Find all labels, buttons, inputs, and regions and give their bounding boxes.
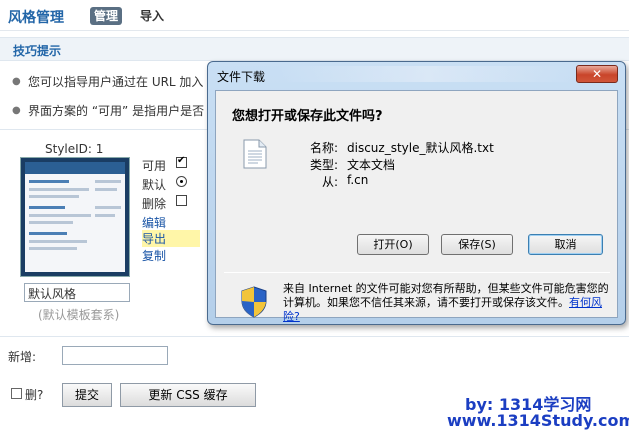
close-button[interactable]: ✕ bbox=[576, 65, 618, 83]
delete-all-label: 删? bbox=[25, 388, 44, 402]
thumbnail-line bbox=[95, 180, 121, 183]
tab-manage[interactable]: 管理 bbox=[90, 7, 123, 25]
watermark-line-2: www.1314Study.com bbox=[447, 411, 629, 430]
file-name-label: 名称: bbox=[309, 141, 338, 155]
thumbnail-line bbox=[29, 214, 91, 217]
file-name-value: discuz_style_默认风格.txt bbox=[347, 141, 494, 155]
thumbnail-header bbox=[25, 162, 125, 174]
template-set-label: (默认模板套系) bbox=[38, 308, 120, 322]
option-delete-label: 删除 bbox=[142, 197, 167, 211]
thumbnail-line bbox=[29, 247, 77, 250]
option-enabled-label: 可用 bbox=[142, 159, 167, 173]
update-css-cache-button[interactable]: 更新 CSS 缓存 bbox=[120, 383, 256, 407]
style-name-input[interactable]: 默认风格 bbox=[24, 283, 130, 302]
edit-link[interactable]: 编辑 bbox=[142, 214, 166, 231]
thumbnail-line bbox=[29, 221, 73, 224]
copy-link[interactable]: 复制 bbox=[142, 247, 166, 264]
open-button[interactable]: 打开(O) bbox=[357, 234, 429, 255]
new-style-input[interactable] bbox=[62, 346, 168, 365]
submit-button[interactable]: 提交 bbox=[62, 383, 112, 407]
new-style-label: 新增: bbox=[8, 350, 37, 364]
thumbnail-line bbox=[29, 180, 69, 183]
divider bbox=[0, 336, 629, 337]
file-source-label: 从: bbox=[321, 175, 338, 189]
save-button[interactable]: 保存(S) bbox=[441, 234, 513, 255]
file-type-label: 类型: bbox=[309, 158, 338, 172]
style-thumbnail[interactable] bbox=[20, 157, 130, 277]
bullet-icon: ● bbox=[12, 105, 21, 116]
thumbnail-line bbox=[95, 188, 117, 191]
thumbnail-line bbox=[29, 232, 67, 235]
dialog-title: 文件下载 bbox=[217, 70, 266, 84]
default-radio[interactable] bbox=[176, 176, 187, 187]
enabled-checkbox[interactable] bbox=[176, 155, 187, 168]
thumbnail-line bbox=[95, 214, 115, 217]
page-title: 风格管理 bbox=[8, 10, 64, 26]
dialog-question: 您想打开或保存此文件吗? bbox=[232, 109, 383, 124]
bullet-icon: ● bbox=[12, 76, 21, 87]
divider bbox=[224, 272, 610, 273]
title-bar-glass bbox=[278, 66, 578, 82]
tab-import[interactable]: 导入 bbox=[136, 7, 168, 25]
security-warning-text: 来自 Internet 的文件可能对您有所帮助，但某些文件可能危害您的计算机。如… bbox=[283, 282, 609, 309]
file-source-value: f.cn bbox=[347, 173, 369, 187]
shield-icon bbox=[241, 286, 267, 318]
thumbnail-line bbox=[29, 188, 89, 191]
close-icon: ✕ bbox=[591, 67, 603, 81]
option-default-label: 默认 bbox=[142, 178, 167, 192]
tips-title: 技巧提示 bbox=[13, 44, 62, 58]
thumbnail-line bbox=[95, 206, 121, 209]
thumbnail-preview bbox=[25, 162, 125, 272]
export-link[interactable]: 导出 bbox=[142, 230, 201, 247]
tips-header bbox=[0, 37, 629, 61]
cancel-button[interactable]: 取消 bbox=[528, 234, 603, 255]
thumbnail-line bbox=[29, 240, 87, 243]
security-warning: 来自 Internet 的文件可能对您有所帮助，但某些文件可能危害您的计算机。如… bbox=[283, 282, 609, 324]
text-file-icon bbox=[243, 139, 267, 169]
file-type-value: 文本文档 bbox=[347, 158, 396, 172]
tip-item: 界面方案的 “可用” 是指用户是否 bbox=[28, 104, 205, 118]
thumbnail-line bbox=[29, 195, 79, 198]
delete-all-checkbox[interactable] bbox=[11, 388, 22, 399]
thumbnail-line bbox=[29, 206, 65, 209]
dialog-body: 您想打开或保存此文件吗? 名称: discuz_style_默认风格.txt 类… bbox=[215, 90, 618, 323]
file-download-dialog: 文件下载 ✕ 您想打开或保存此文件吗? 名称: discuz_style_默认风… bbox=[207, 61, 626, 325]
delete-checkbox[interactable] bbox=[176, 195, 187, 206]
tip-item: 您可以指导用户通过在 URL 加入 bbox=[28, 75, 204, 89]
style-id-label: StyleID: 1 bbox=[45, 142, 104, 156]
